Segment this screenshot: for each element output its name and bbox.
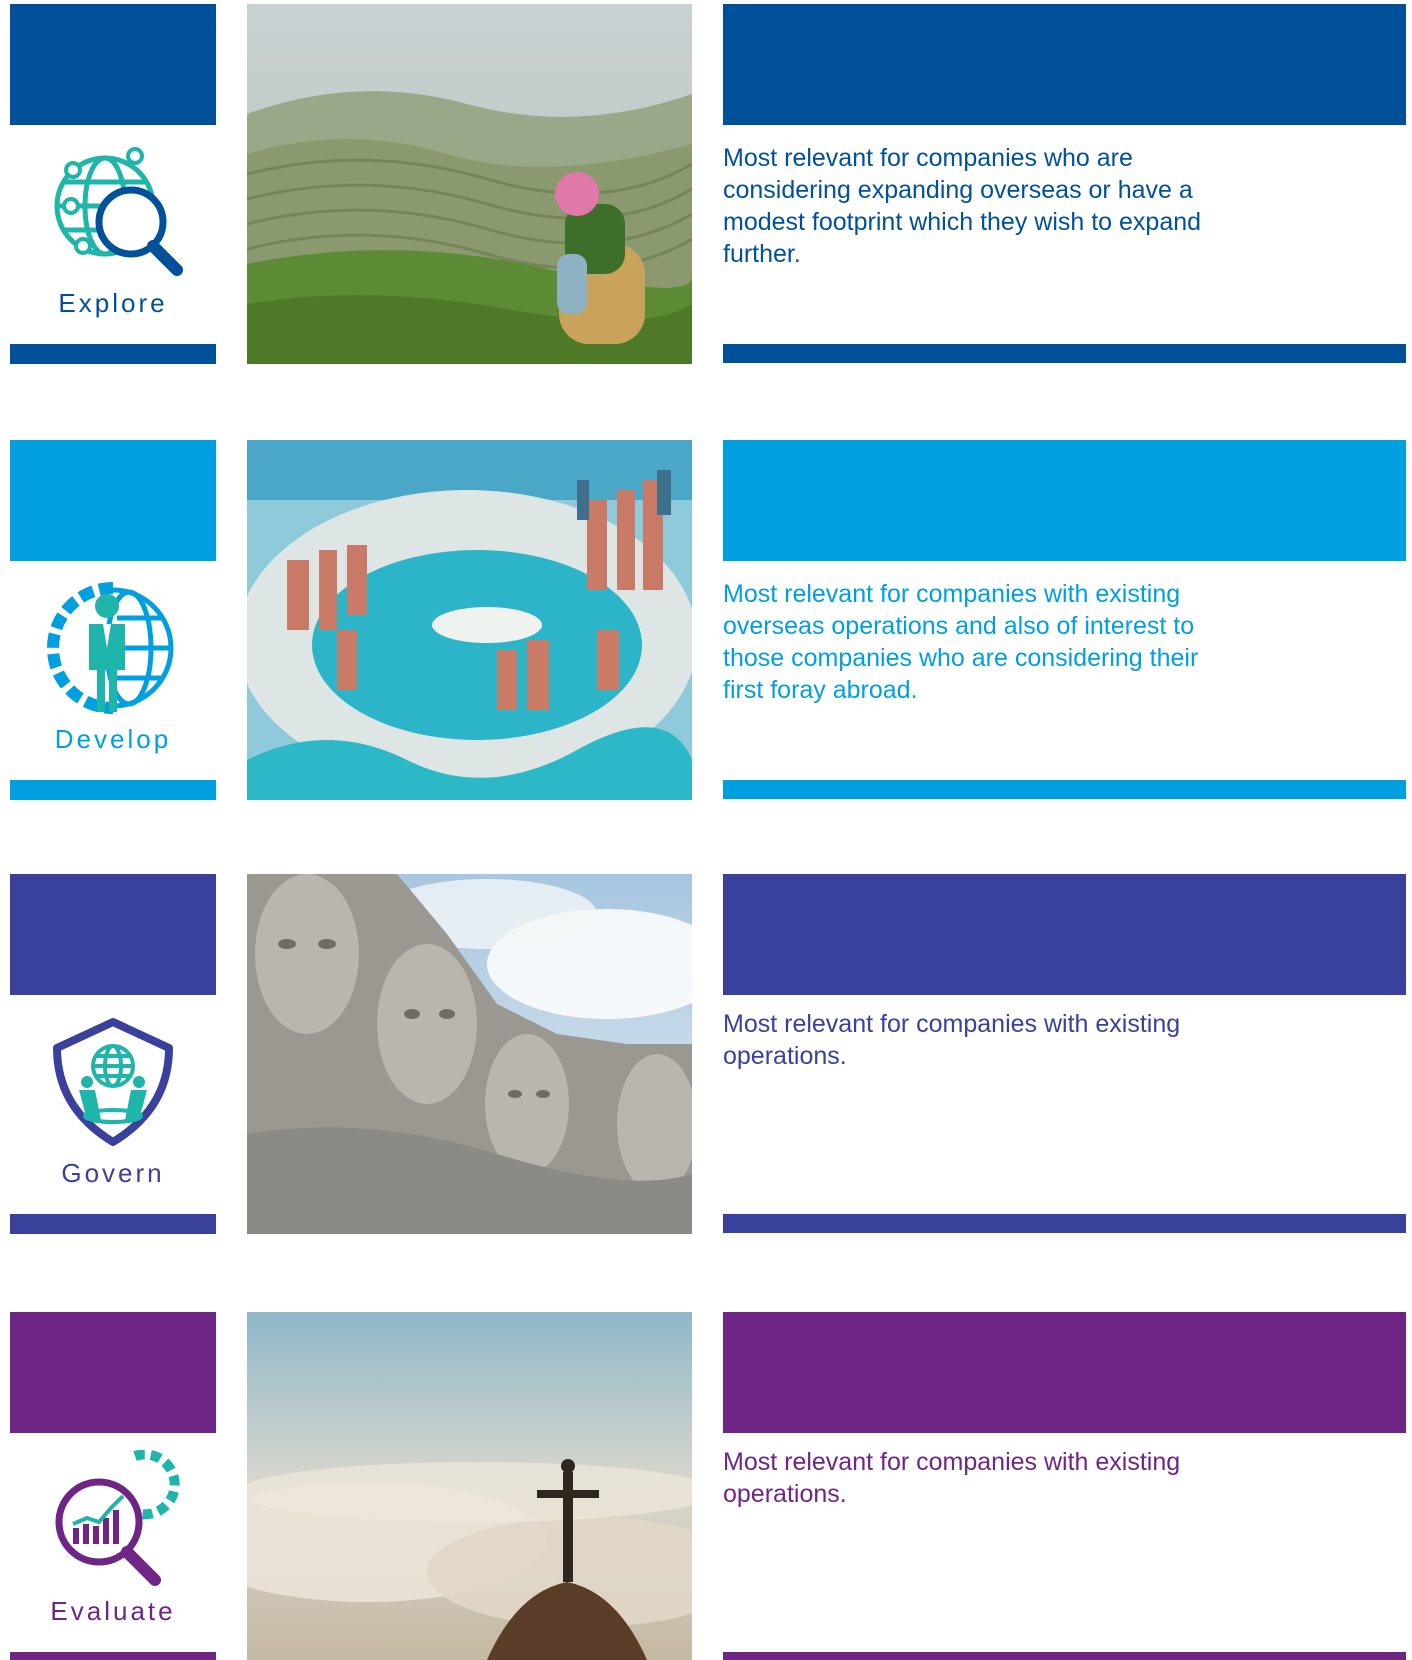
develop-header-block [10,440,216,561]
govern-footer-block [10,1214,216,1234]
evaluate-header-block [10,1312,216,1433]
explore-header-block [10,4,216,125]
pearl-island-aerial-photo [247,440,692,800]
explore-title-block [723,4,1406,125]
govern-header-block [10,874,216,995]
develop-icon-panel: Develop [10,568,216,778]
govern-description: Most relevant for companies with existin… [723,1010,1181,1070]
phase-evaluate: Evaluate Most relevant for companies wit… [0,1312,1412,1660]
develop-bottom-rule [723,780,1406,799]
explore-bottom-rule [723,344,1406,363]
chart-magnifier-gear-icon [55,1450,180,1586]
gear-globe-person-icon [46,582,174,714]
evaluate-bottom-rule [723,1652,1406,1660]
explore-label: Explore [58,288,168,318]
globe-search-icon [54,147,183,276]
govern-title-block [723,874,1406,995]
christ-the-redeemer-clouds-photo [247,1312,692,1660]
evaluate-description: Most relevant for companies with existin… [723,1448,1181,1508]
evaluate-title-block [723,1312,1406,1433]
develop-label: Develop [54,724,172,754]
govern-bottom-rule [723,1214,1406,1233]
phase-explore: Explore Most relevant for companies who … [0,4,1412,364]
evaluate-icon-panel: Evaluate [10,1440,216,1650]
phase-govern: Govern Most relevant for companies with … [0,874,1412,1234]
evaluate-footer-block [10,1652,216,1660]
rice-terraces-tea-picker-photo [247,4,692,364]
develop-footer-block [10,780,216,800]
govern-icon-panel: Govern [10,1002,216,1212]
evaluate-label: Evaluate [50,1596,176,1626]
mount-rushmore-photo [247,874,692,1234]
explore-description: Most relevant for companies who are cons… [723,144,1202,268]
govern-label: Govern [61,1158,165,1188]
develop-title-block [723,440,1406,561]
phase-develop: Develop Most relevant for companies with… [0,440,1412,800]
shield-globe-icon [53,1018,173,1146]
develop-description: Most relevant for companies with existin… [723,580,1199,704]
explore-footer-block [10,344,216,364]
explore-icon-panel: Explore [10,132,216,342]
